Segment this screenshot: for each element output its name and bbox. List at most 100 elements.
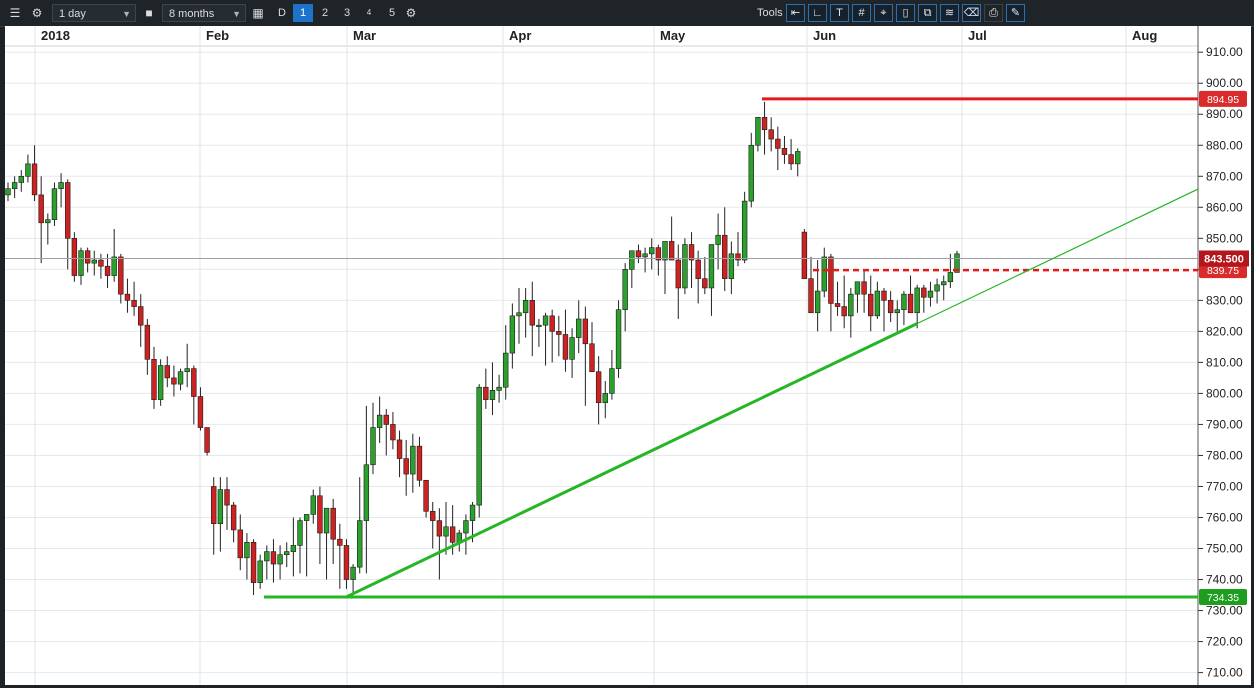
candle-up	[443, 526, 449, 537]
candle-up	[376, 414, 383, 428]
candle-up	[848, 293, 854, 317]
period-3-button[interactable]: 3	[337, 4, 357, 22]
candle-up	[609, 368, 615, 394]
candle-up	[662, 241, 668, 261]
list-icon[interactable]: ☰	[6, 4, 24, 22]
candle-down	[449, 526, 456, 543]
candle-down	[695, 259, 701, 279]
candle-up	[622, 269, 628, 310]
candle-up	[941, 281, 947, 286]
gear-icon[interactable]: ⚙	[28, 4, 46, 22]
candle-up	[682, 244, 688, 289]
candle-down	[164, 365, 170, 379]
candle-up	[157, 365, 164, 400]
candle-up	[350, 566, 356, 580]
candle-up	[297, 520, 303, 546]
candle-up	[615, 309, 622, 369]
candle-up	[569, 337, 575, 360]
candle-up	[284, 551, 290, 556]
y-tick-label: 710.00	[1206, 666, 1243, 680]
gear-icon[interactable]: ⚙	[402, 4, 420, 22]
y-tick-label: 830.00	[1206, 293, 1243, 307]
candle-up	[469, 504, 476, 521]
last-price-label: 843.500	[1204, 253, 1244, 265]
candle-up	[363, 464, 370, 521]
period-d-button[interactable]: D	[272, 4, 292, 22]
y-tick-label: 730.00	[1206, 604, 1243, 618]
candle-up	[303, 514, 310, 521]
candle-down	[582, 318, 589, 345]
candle-down	[735, 253, 741, 261]
candle-down	[124, 293, 131, 301]
candle-up	[874, 290, 881, 317]
y-tick-label: 880.00	[1206, 138, 1243, 152]
candle-down	[65, 182, 71, 239]
candle-down	[317, 495, 323, 534]
calendar-icon[interactable]: ▦	[249, 4, 267, 22]
candle-up	[536, 324, 542, 327]
x-tick-label: Apr	[509, 28, 531, 43]
price-chart[interactable]: 710.00 720.00 730.00 740.00 750.00 760.00 770.…	[5, 26, 1251, 685]
candle-up	[277, 554, 283, 565]
candle-up	[217, 489, 224, 524]
candle-up	[5, 188, 11, 196]
curve-icon[interactable]: ∟	[808, 4, 827, 22]
period-2-button[interactable]: 2	[315, 4, 335, 22]
crosshair-icon[interactable]: ⌖	[874, 4, 893, 22]
candle-up	[854, 281, 861, 295]
candle-up	[489, 390, 496, 400]
candle-up	[496, 386, 502, 391]
copy-icon[interactable]: ⧉	[918, 4, 937, 22]
candle-down	[396, 439, 403, 459]
line-tools-icon[interactable]: ≋	[940, 4, 959, 22]
x-tick-label: Aug	[1132, 28, 1157, 43]
candle-down	[71, 238, 78, 276]
tool-settings-icon[interactable]: ✎	[1006, 4, 1025, 22]
candle-down	[171, 377, 177, 385]
period-1-button[interactable]: 1	[293, 4, 313, 22]
candle-down	[861, 281, 867, 295]
y-tick-label: 780.00	[1206, 448, 1243, 462]
y-tick-label: 800.00	[1206, 386, 1243, 400]
candle-down	[688, 244, 695, 261]
range-select[interactable]: 8 months ▼	[162, 4, 246, 22]
text-tool-icon[interactable]: T	[830, 4, 849, 22]
grid-icon[interactable]: #	[852, 4, 871, 22]
candle-down	[84, 250, 91, 264]
candlestick-chart[interactable]: 710.00 720.00 730.00 740.00 750.00 760.00 770.…	[5, 26, 1251, 685]
print-icon[interactable]: ⎙	[984, 4, 1003, 22]
candle-up	[11, 182, 18, 189]
eraser-icon[interactable]: ⌫	[962, 4, 981, 22]
candle-up	[51, 188, 58, 221]
back-arrow-icon[interactable]: ⇤	[786, 4, 805, 22]
y-tick-label: 750.00	[1206, 542, 1243, 556]
period-5-button[interactable]: 5	[382, 4, 402, 22]
candle-up	[947, 272, 954, 283]
candle-down	[224, 489, 230, 506]
candle-up	[795, 151, 801, 165]
y-tick-label: 810.00	[1206, 355, 1243, 369]
candle-down	[589, 343, 595, 373]
interval-select[interactable]: 1 day ▼	[52, 4, 136, 22]
period-4-button[interactable]: 4	[359, 4, 379, 22]
lock-icon[interactable]: ■	[140, 4, 158, 22]
candle-down	[104, 265, 111, 276]
candle-down	[38, 194, 44, 224]
candle-up	[184, 368, 190, 373]
candle-down	[98, 259, 104, 267]
candle-up	[901, 293, 907, 310]
candle-up	[642, 253, 648, 258]
candle-down	[436, 520, 443, 537]
candle-up	[649, 247, 655, 255]
candle-down	[483, 386, 489, 400]
candle-down	[144, 324, 151, 360]
candle-down	[118, 256, 124, 295]
candle-up	[410, 445, 416, 475]
candle-down	[204, 427, 210, 453]
candle-down	[556, 331, 562, 335]
tools-label[interactable]: Tools	[757, 4, 783, 22]
marker-icon[interactable]: ▯	[896, 4, 915, 22]
candle-up	[629, 250, 635, 270]
y-tick-label: 860.00	[1206, 200, 1243, 214]
candle-up	[476, 386, 482, 506]
